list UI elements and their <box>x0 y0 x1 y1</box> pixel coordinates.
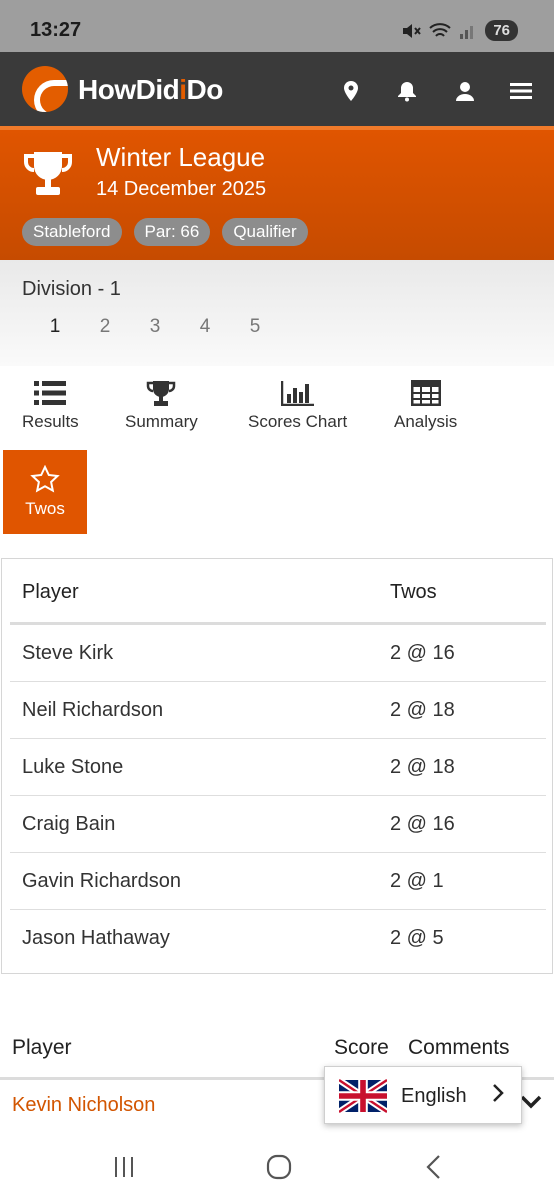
mute-icon <box>403 23 422 38</box>
tab-results[interactable]: Results <box>22 380 79 432</box>
twos-value: 2 @ 18 <box>390 699 455 721</box>
tab-twos[interactable]: Twos <box>3 450 87 534</box>
division-selector: Division - 1 1 2 3 4 5 <box>0 260 554 366</box>
table-row: Luke Stone 2 @ 18 <box>10 739 546 796</box>
status-icons: 76 <box>401 20 518 41</box>
table-row: Jason Hathaway 2 @ 5 <box>10 910 546 967</box>
division-page-4[interactable]: 4 <box>180 316 230 338</box>
logo-text[interactable]: HowDidiDo <box>78 74 223 106</box>
chevron-right-icon <box>493 1084 504 1102</box>
uk-flag-icon <box>339 1079 387 1113</box>
twos-value: 2 @ 16 <box>390 642 455 664</box>
division-label: Division - 1 <box>22 278 121 300</box>
bell-icon <box>398 82 416 102</box>
expand-row-icon[interactable] <box>520 1094 542 1115</box>
bar-chart-icon <box>280 381 314 406</box>
division-page-3[interactable]: 3 <box>130 316 180 338</box>
recent-apps-button[interactable] <box>104 1150 144 1184</box>
system-navigation-bar <box>0 1136 554 1200</box>
tab-summary-label: Summary <box>125 412 198 431</box>
language-selector[interactable]: English <box>324 1066 522 1124</box>
result-player-link[interactable]: Kevin Nicholson <box>12 1094 155 1117</box>
tab-scores-chart-label: Scores Chart <box>248 412 348 431</box>
location-pin-icon <box>344 81 358 101</box>
division-page-5[interactable]: 5 <box>230 316 280 338</box>
table-grid-icon <box>410 380 441 406</box>
twos-value: 2 @ 18 <box>390 756 455 778</box>
user-icon <box>456 82 474 101</box>
notifications-button[interactable] <box>390 74 424 108</box>
player-name: Jason Hathaway <box>22 927 170 949</box>
score-column-header: Score <box>334 1036 389 1059</box>
division-page-2[interactable]: 2 <box>80 316 130 338</box>
player-name: Neil Richardson <box>22 699 164 721</box>
star-icon <box>30 465 60 493</box>
table-row: Craig Bain 2 @ 16 <box>10 796 546 853</box>
battery-indicator: 76 <box>485 20 518 41</box>
competition-banner: Winter League 14 December 2025 Stablefor… <box>0 126 554 260</box>
player-column-header: Player <box>12 1036 72 1059</box>
logo-icon[interactable] <box>22 66 68 112</box>
tab-results-label: Results <box>22 412 79 431</box>
comments-column-header: Comments <box>408 1036 510 1059</box>
competition-date: 14 December 2025 <box>96 178 267 200</box>
player-name: Luke Stone <box>22 756 124 778</box>
app-header: HowDidiDo <box>0 52 554 156</box>
twos-value: 2 @ 1 <box>390 870 444 892</box>
home-icon <box>266 1154 292 1180</box>
twos-table: Player Twos Steve Kirk 2 @ 16 Neil Richa… <box>1 558 553 974</box>
list-icon <box>34 381 67 405</box>
player-name: Gavin Richardson <box>22 870 181 892</box>
home-button[interactable] <box>259 1150 299 1184</box>
tab-analysis-label: Analysis <box>394 412 458 431</box>
language-label: English <box>401 1085 467 1107</box>
par-badge: Par: 66 <box>133 218 211 246</box>
tab-scores-chart[interactable]: Scores Chart <box>248 380 347 432</box>
twos-value: 2 @ 5 <box>390 927 444 949</box>
player-name: Craig Bain <box>22 813 116 835</box>
twos-column-header: Twos <box>390 581 437 603</box>
qualifier-badge: Qualifier <box>222 218 308 246</box>
division-pagination: 1 2 3 4 5 <box>30 316 280 338</box>
tab-twos-label: Twos <box>25 499 65 518</box>
competition-badges: Stableford Par: 66 Qualifier <box>22 218 308 246</box>
back-chevron-icon <box>426 1155 440 1179</box>
menu-button[interactable] <box>504 74 538 108</box>
division-page-1[interactable]: 1 <box>30 316 80 338</box>
status-bar: 13:27 76 <box>0 0 554 52</box>
competition-title: Winter League <box>96 142 266 172</box>
wifi-icon <box>429 22 451 37</box>
table-row: Steve Kirk 2 @ 16 <box>10 625 546 682</box>
tab-analysis[interactable]: Analysis <box>394 380 457 432</box>
recent-apps-icon <box>115 1157 133 1177</box>
trophy-icon <box>22 150 74 203</box>
status-time: 13:27 <box>30 19 82 41</box>
player-name: Steve Kirk <box>22 642 114 664</box>
table-row: Neil Richardson 2 @ 18 <box>10 682 546 739</box>
location-button[interactable] <box>334 74 368 108</box>
tab-summary[interactable]: Summary <box>125 380 198 432</box>
twos-value: 2 @ 16 <box>390 813 455 835</box>
trophy-icon <box>147 381 176 406</box>
twos-table-header: Player Twos <box>10 559 546 625</box>
hamburger-menu-icon <box>510 83 532 99</box>
signal-icon <box>460 25 474 39</box>
table-row: Gavin Richardson 2 @ 1 <box>10 853 546 910</box>
back-button[interactable] <box>414 1150 454 1184</box>
format-badge: Stableford <box>22 218 122 246</box>
player-column-header: Player <box>22 581 79 603</box>
account-button[interactable] <box>448 74 482 108</box>
